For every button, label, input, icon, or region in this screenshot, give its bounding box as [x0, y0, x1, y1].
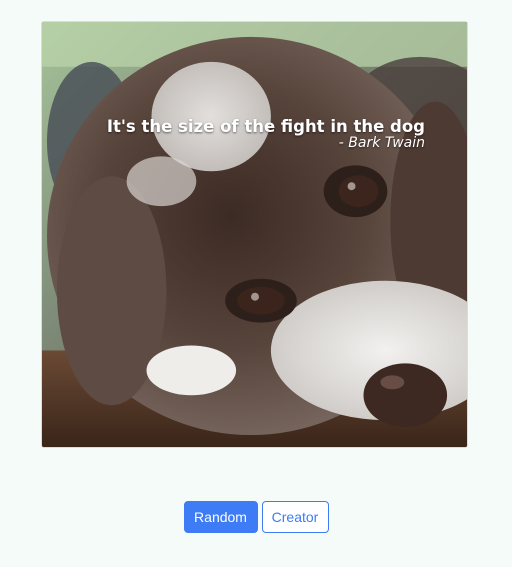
quote-text: It's the size of the fight in the dog: [106, 117, 425, 136]
creator-button[interactable]: Creator: [261, 501, 329, 533]
dog-quote-card: It's the size of the fight in the dog - …: [41, 21, 468, 448]
action-buttons: Random Creator: [0, 501, 512, 533]
random-button[interactable]: Random: [183, 501, 258, 533]
quote-overlay: It's the size of the fight in the dog - …: [107, 118, 425, 151]
quote-author: - Bark Twain: [338, 135, 425, 152]
dog-photo: [42, 22, 467, 447]
